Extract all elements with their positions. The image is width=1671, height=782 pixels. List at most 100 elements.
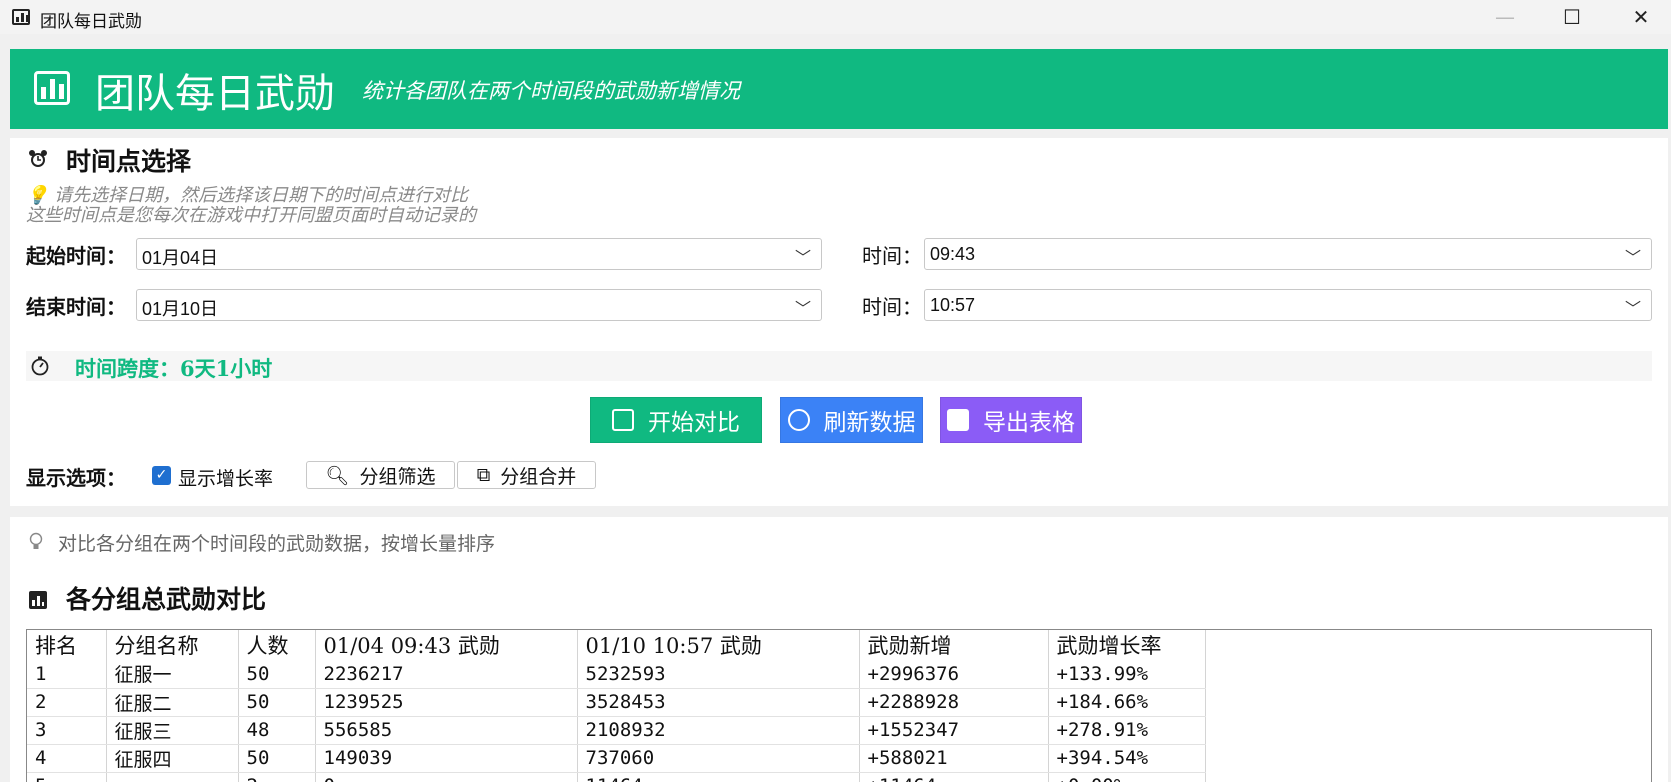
end-hour-label: 时间： bbox=[862, 295, 922, 319]
end-date-value: 01月10日 bbox=[142, 299, 219, 319]
show-growth-rate-label[interactable]: 显示增长率 bbox=[178, 464, 273, 491]
cell: 11464 bbox=[577, 772, 860, 782]
cell: 737060 bbox=[577, 744, 860, 773]
column-header[interactable]: 分组名称 bbox=[106, 630, 239, 660]
comparison-table: 排名 分组名称 人数 01/04 09:43 武勋 01/10 10:57 武勋… bbox=[26, 629, 1652, 782]
results-hint: 对比各分组在两个时间段的武勋数据，按增长量排序 bbox=[58, 533, 496, 555]
cell: 50 bbox=[238, 744, 316, 773]
refresh-data-label: 刷新数据 bbox=[823, 410, 916, 436]
page-title: 团队每日武勋 bbox=[95, 71, 335, 117]
alarm-clock-icon bbox=[29, 150, 47, 167]
cell: 4 bbox=[27, 744, 107, 773]
cell: 3 bbox=[27, 716, 107, 745]
start-date-value: 01月04日 bbox=[142, 248, 219, 268]
start-hour-label: 时间： bbox=[862, 244, 922, 268]
cell: 征服二 bbox=[106, 688, 239, 717]
chevron-down-icon: ﹀ bbox=[1624, 301, 1641, 318]
cell: +394.54% bbox=[1048, 744, 1206, 773]
hint-line-2: 这些时间点是您每次在游戏中打开同盟页面时自动记录的 bbox=[26, 205, 476, 226]
cell: 2 bbox=[238, 772, 316, 782]
bar-chart-icon bbox=[34, 71, 70, 105]
end-time-select[interactable]: 10:57 ﹀ bbox=[924, 289, 1652, 321]
table-row[interactable]: 4 征服四 50 149039 737060 +588021 +394.54% bbox=[27, 744, 1206, 773]
start-time-value: 09:43 bbox=[930, 244, 976, 264]
comparison-section-title: 各分组总武勋对比 bbox=[66, 585, 267, 614]
time-span-text: 时间跨度：6天1小时 bbox=[75, 356, 273, 381]
end-date-select[interactable]: 01月10日 ﹀ bbox=[136, 289, 822, 321]
cell: +2996376 bbox=[859, 660, 1049, 689]
cell: 50 bbox=[238, 660, 316, 689]
results-panel: 对比各分组在两个时间段的武勋数据，按增长量排序 各分组总武勋对比 排名 分组名称… bbox=[10, 517, 1668, 782]
column-header[interactable]: 排名 bbox=[27, 630, 107, 660]
cell: 149039 bbox=[315, 744, 578, 773]
chevron-down-icon: ﹀ bbox=[794, 301, 811, 318]
app-chart-icon bbox=[12, 9, 30, 25]
merge-icon: ⧉ bbox=[476, 464, 491, 486]
group-merge-label: 分组合并 bbox=[500, 465, 577, 488]
time-span-bar: 时间跨度：6天1小时 bbox=[26, 351, 1652, 381]
cell: 3528453 bbox=[577, 688, 860, 717]
group-filter-label: 分组筛选 bbox=[359, 465, 436, 488]
page-subtitle: 统计各团队在两个时间段的武勋新增情况 bbox=[362, 79, 740, 103]
cell: 1239525 bbox=[315, 688, 578, 717]
export-table-button[interactable]: 导出表格 bbox=[940, 397, 1082, 443]
start-time-label: 起始时间： bbox=[26, 244, 126, 268]
table-row[interactable]: 3 征服三 48 556585 2108932 +1552347 +278.91… bbox=[27, 716, 1206, 745]
hint-line-1: 💡 请先选择日期，然后选择该日期下的时间点进行对比 bbox=[26, 185, 469, 206]
cell: +0.00% bbox=[1048, 772, 1206, 782]
column-header[interactable]: 01/04 09:43 武勋 bbox=[315, 630, 578, 660]
column-header[interactable]: 武勋新增 bbox=[859, 630, 1049, 660]
close-button[interactable]: ✕ bbox=[1609, 0, 1671, 34]
start-compare-button[interactable]: 开始对比 bbox=[590, 397, 762, 443]
cell: 征服三 bbox=[106, 716, 239, 745]
header-banner: 团队每日武勋 统计各团队在两个时间段的武勋新增情况 bbox=[10, 49, 1668, 129]
minimize-button[interactable]: — bbox=[1473, 0, 1537, 34]
cell: +133.99% bbox=[1048, 660, 1206, 689]
time-selection-panel: 时间点选择 💡 请先选择日期，然后选择该日期下的时间点进行对比 这些时间点是您每… bbox=[10, 138, 1668, 506]
cell: 2 bbox=[27, 688, 107, 717]
cell: 50 bbox=[238, 688, 316, 717]
cell: +184.66% bbox=[1048, 688, 1206, 717]
end-time-label: 结束时间： bbox=[26, 295, 126, 319]
show-growth-rate-checkbox[interactable]: ✓ bbox=[152, 466, 171, 485]
window-title: 团队每日武勋 bbox=[40, 12, 142, 32]
cell: +2288928 bbox=[859, 688, 1049, 717]
cell: 0 bbox=[315, 772, 578, 782]
chevron-down-icon: ﹀ bbox=[794, 250, 811, 267]
group-filter-button[interactable]: 🔍︎ 分组筛选 bbox=[306, 461, 455, 489]
start-compare-label: 开始对比 bbox=[648, 410, 740, 436]
column-header[interactable]: 01/10 10:57 武勋 bbox=[577, 630, 860, 660]
time-section-title: 时间点选择 bbox=[66, 147, 192, 176]
table-row[interactable]: 2 征服二 50 1239525 3528453 +2288928 +184.6… bbox=[27, 688, 1206, 717]
cell: 2236217 bbox=[315, 660, 578, 689]
refresh-data-button[interactable]: 刷新数据 bbox=[780, 397, 923, 443]
magnifier-icon: 🔍︎ bbox=[325, 464, 350, 487]
table-row[interactable]: 1 征服一 50 2236217 5232593 +2996376 +133.9… bbox=[27, 660, 1206, 689]
cell: +278.91% bbox=[1048, 716, 1206, 745]
display-options-label: 显示选项： bbox=[26, 466, 126, 490]
cell: +588021 bbox=[859, 744, 1049, 773]
column-header[interactable]: 人数 bbox=[238, 630, 316, 660]
column-header[interactable]: 武勋增长率 bbox=[1048, 630, 1206, 660]
cell bbox=[106, 772, 239, 782]
cell: 556585 bbox=[315, 716, 578, 745]
group-merge-button[interactable]: ⧉ 分组合并 bbox=[457, 461, 596, 489]
start-time-select[interactable]: 09:43 ﹀ bbox=[924, 238, 1652, 270]
table-row[interactable]: 5 2 0 11464 +11464 +0.00% bbox=[27, 772, 1206, 782]
cell: 征服一 bbox=[106, 660, 239, 689]
maximize-button[interactable]: ☐ bbox=[1540, 0, 1604, 34]
refresh-icon bbox=[787, 409, 810, 431]
chart-icon bbox=[612, 409, 634, 431]
cell: +11464 bbox=[859, 772, 1049, 782]
cell: 48 bbox=[238, 716, 316, 745]
cell: 2108932 bbox=[577, 716, 860, 745]
table-header-row: 排名 分组名称 人数 01/04 09:43 武勋 01/10 10:57 武勋… bbox=[27, 630, 1206, 660]
cell: 5 bbox=[27, 772, 107, 782]
chevron-down-icon: ﹀ bbox=[1624, 250, 1641, 267]
box-icon bbox=[947, 409, 969, 431]
cell: +1552347 bbox=[859, 716, 1049, 745]
end-time-value: 10:57 bbox=[930, 295, 976, 315]
start-date-select[interactable]: 01月04日 ﹀ bbox=[136, 238, 822, 270]
cell: 1 bbox=[27, 660, 107, 689]
lightbulb-icon bbox=[29, 532, 43, 549]
